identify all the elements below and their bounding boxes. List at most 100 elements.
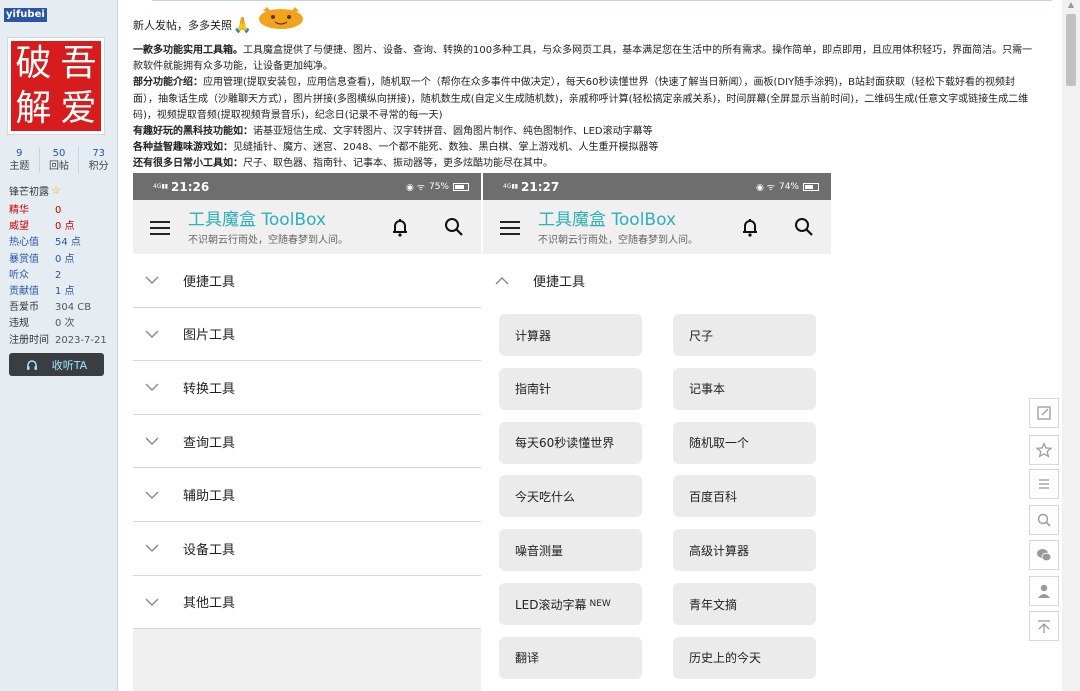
tool-button[interactable]: 每天60秒读懂世界 — [499, 421, 642, 464]
tool-button[interactable]: 尺子 — [673, 314, 816, 356]
category-row[interactable]: 辅助工具 — [133, 468, 481, 522]
user-prop-row: 吾爱币 304 CB — [9, 300, 107, 316]
tool-label: 今天吃什么 — [515, 489, 576, 504]
category-expanded[interactable]: 便捷工具 — [483, 254, 831, 307]
user-prop-row: 暴赏值 0 点 — [9, 252, 107, 268]
chevron-down-icon — [145, 491, 159, 499]
user-prop-row: 听众 2 — [9, 268, 107, 284]
divider — [152, 0, 1052, 1]
post-intro: 新人发帖，多多关照 🙏 — [133, 7, 305, 33]
avatar-seal-image: 破 吾 解 爱 — [11, 41, 101, 131]
post-line-text: 应用管理(提取安装包，应用信息查看)，随机取一个（帮你在众多事件中做决定），每天… — [133, 77, 1029, 121]
search-icon[interactable] — [1029, 505, 1059, 535]
user-props: 精华 0 威望 0 点热心值 54 点暴赏值 0 点听众 2 贡献值 1 点吾爱币 304 CB 违… — [9, 203, 107, 349]
follow-button[interactable]: 收听TA — [9, 353, 104, 376]
tool-button[interactable]: LED滚动字幕 NEW — [499, 583, 642, 625]
tool-button[interactable]: 高级计算器 — [673, 529, 816, 572]
category-label: 其他工具 — [183, 596, 236, 612]
star-icon: ☆ — [51, 184, 61, 197]
level-label[interactable]: 锋芒初露 — [9, 183, 49, 198]
stat-value: 73 — [92, 148, 106, 159]
user-stats: 9 主题 50 回帖 73 积分 — [0, 147, 118, 173]
prop-key: 吾爱币 — [9, 302, 39, 314]
tool-label: 指南针 — [515, 382, 552, 397]
prop-value: 0 次 — [55, 318, 75, 330]
prop-value: 2 — [55, 269, 62, 281]
tool-button[interactable]: 今天吃什么 — [499, 475, 642, 518]
user-level: 锋芒初露 ☆ — [9, 183, 61, 198]
wifi-icon: ◉ ᯤ — [756, 183, 775, 193]
avatar-char: 吾 — [60, 43, 97, 84]
prop-value: 0 点 — [55, 253, 75, 265]
chevron-down-icon — [145, 383, 159, 392]
tool-button[interactable]: 历史上的今天 — [673, 636, 816, 679]
category-label: 设备工具 — [183, 542, 236, 558]
new-badge: NEW — [589, 599, 611, 609]
post-line-text: 见缝插针、魔方、迷宫、2048、一个都不能死、数独、黑白棋、掌上游戏机、人生重开… — [233, 142, 659, 154]
user-prop-row: 注册时间 2023-7-21 — [9, 333, 107, 349]
post-line: 各种益智趣味游戏如：见缝插针、魔方、迷宫、2048、一个都不能死、数独、黑白棋、… — [133, 140, 1039, 156]
category-row[interactable]: 便捷工具 — [133, 254, 481, 308]
category-row[interactable]: 图片工具 — [133, 307, 481, 362]
post-line: 一款多功能实用工具箱。工具魔盒提供了与便捷、图片、设备、查询、转换的100多种工… — [133, 43, 1039, 75]
stat-topics[interactable]: 9 主题 — [0, 147, 39, 173]
back-to-top-icon[interactable] — [1029, 611, 1059, 641]
prop-value: 54 点 — [55, 237, 81, 249]
battery-icon — [453, 182, 469, 191]
edit-icon[interactable] — [1029, 398, 1059, 428]
battery-text: 74% — [778, 181, 799, 192]
bell-icon[interactable] — [389, 216, 411, 238]
menu-icon[interactable] — [500, 221, 520, 235]
scroll-up-arrow-icon[interactable]: ▲ — [1062, 0, 1080, 12]
category-row[interactable]: 其他工具 — [133, 575, 481, 630]
tool-button[interactable]: 随机取一个 — [673, 421, 816, 464]
tool-button[interactable]: 百度百科 — [673, 475, 816, 518]
tool-button[interactable]: 记事本 — [673, 367, 816, 410]
post-body: 一款多功能实用工具箱。工具魔盒提供了与便捷、图片、设备、查询、转换的100多种工… — [133, 43, 1039, 173]
stat-points[interactable]: 73 积分 — [78, 147, 118, 173]
search-icon[interactable] — [793, 216, 815, 238]
stat-label: 主题 — [9, 161, 30, 172]
tool-button[interactable]: 青年文摘 — [673, 583, 816, 625]
status-bar: 4G▮▮ 21:27 ◉ ᯤ 74% — [483, 173, 831, 200]
user-prop-row: 热心值 54 点 — [9, 235, 107, 251]
avatar-char: 破 — [15, 43, 52, 84]
status-time: 21:26 — [171, 179, 210, 194]
scrollbar[interactable]: ▲ — [1062, 0, 1080, 691]
chevron-down-icon — [145, 437, 159, 446]
user-prop-row: 威望 0 点 — [9, 219, 107, 235]
tool-label: 记事本 — [689, 382, 726, 397]
post-line: 部分功能介绍：应用管理(提取安装包，应用信息查看)，随机取一个（帮你在众多事件中… — [133, 75, 1039, 124]
tool-button[interactable]: 翻译 — [499, 636, 642, 679]
chevron-up-icon — [495, 276, 509, 284]
scroll-thumb[interactable] — [1066, 14, 1076, 86]
avatar[interactable]: 破 吾 解 爱 — [7, 37, 105, 135]
user-prop-row: 违规 0 次 — [9, 316, 107, 332]
headphones-icon — [26, 359, 37, 370]
user-prop-row: 贡献值 1 点 — [9, 284, 107, 300]
wechat-icon[interactable] — [1029, 540, 1059, 570]
avatar-char: 解 — [15, 88, 52, 129]
category-row[interactable]: 转换工具 — [133, 361, 481, 415]
status-bar: 4G▮▮ 21:26 ◉ ᯤ 75% — [133, 173, 481, 200]
bell-icon[interactable] — [739, 216, 761, 238]
tool-button[interactable]: 计算器 — [499, 314, 642, 356]
category-row[interactable]: 查询工具 — [133, 414, 481, 469]
stat-value: 9 — [16, 148, 23, 159]
menu-icon[interactable] — [150, 221, 170, 235]
user-icon[interactable] — [1029, 576, 1059, 606]
search-icon[interactable] — [443, 216, 465, 238]
tool-button[interactable]: 指南针 — [499, 367, 642, 410]
category-label: 便捷工具 — [183, 274, 236, 290]
post-line-heading: 各种益智趣味游戏如： — [133, 142, 233, 154]
category-row[interactable]: 设备工具 — [133, 521, 481, 576]
username-link[interactable]: yifubei — [4, 8, 47, 22]
app-bar: 工具魔盒 ToolBox 不识朝云行雨处，空随春梦到人间。 — [133, 200, 481, 254]
status-right: ◉ ᯤ 74% — [756, 180, 819, 193]
stat-replies[interactable]: 50 回帖 — [38, 147, 79, 173]
list-icon[interactable] — [1029, 469, 1059, 499]
tool-button[interactable]: 噪音测量 — [499, 529, 642, 572]
star-icon[interactable] — [1029, 435, 1059, 465]
app-title: 工具魔盒 ToolBox — [188, 210, 327, 230]
tool-label: 高级计算器 — [689, 543, 750, 558]
